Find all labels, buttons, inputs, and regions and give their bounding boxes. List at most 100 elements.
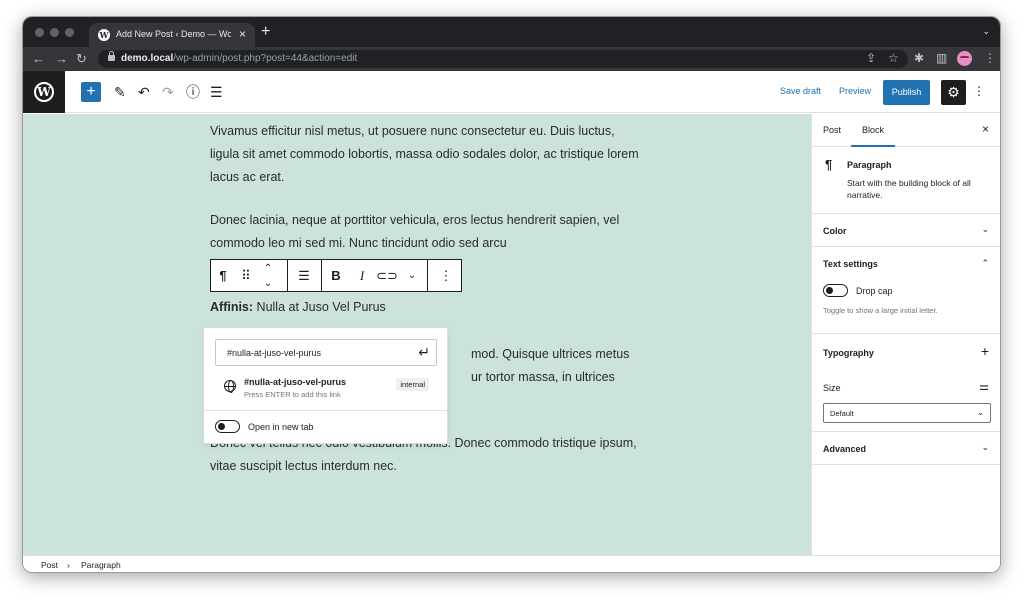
back-icon[interactable]: ← xyxy=(32,51,45,66)
bookmark-star-icon[interactable]: ☆ xyxy=(888,51,899,65)
share-icon[interactable]: ⇪ xyxy=(866,51,876,65)
size-label: Size xyxy=(823,383,841,393)
paragraph-fragment[interactable]: mod. Quisque ultrices metus xyxy=(471,343,671,366)
browser-tab[interactable]: W Add New Post ‹ Demo — WordPress × xyxy=(89,23,255,47)
tab-search-chevron-icon[interactable]: ⌄ xyxy=(982,26,990,37)
settings-gear-icon[interactable]: ⚙ xyxy=(941,80,966,105)
browser-menu-icon[interactable]: ⋮ xyxy=(984,51,996,65)
drop-cap-help: Toggle to show a large initial letter. xyxy=(823,306,938,315)
size-select[interactable]: Default ⌄ xyxy=(823,403,991,423)
typography-title[interactable]: Typography xyxy=(823,348,874,358)
url-path: /wp-admin/post.php?post=44&action=edit xyxy=(173,53,358,64)
reload-icon[interactable]: ↻ xyxy=(76,51,87,67)
wordpress-logo-icon: W xyxy=(34,82,54,102)
details-info-icon[interactable]: ⓘ xyxy=(186,82,200,102)
drop-cap-toggle[interactable] xyxy=(823,284,848,297)
url-host: demo.local xyxy=(121,53,174,64)
paragraph-block[interactable]: Donec lacinia, neque at porttitor vehicu… xyxy=(210,209,640,255)
link-url-value: #nulla-at-juso-vel-purus xyxy=(227,348,322,358)
close-sidebar-icon[interactable]: × xyxy=(982,122,989,136)
list-view-icon[interactable]: ☰ xyxy=(210,82,223,102)
undo-icon[interactable]: ↶ xyxy=(138,82,150,102)
block-card: ¶ Paragraph Start with the building bloc… xyxy=(812,147,1000,214)
block-name: Paragraph xyxy=(847,160,892,170)
add-block-button[interactable]: + xyxy=(81,82,101,102)
affinis-text: Nulla at Juso Vel Purus xyxy=(253,300,386,314)
globe-icon xyxy=(224,380,236,393)
block-toolbar: ¶ ⠿ ⌃ ⌄ ☰ B I ⊂⊃ ⌄ ⋮ xyxy=(210,259,462,292)
advanced-panel[interactable]: Advanced ⌄ xyxy=(812,432,1000,465)
toolbar-divider xyxy=(287,260,288,291)
drop-cap-label: Drop cap xyxy=(856,286,893,296)
submit-enter-icon[interactable]: ↵ xyxy=(418,344,430,361)
suggestion-title: #nulla-at-juso-vel-purus xyxy=(244,377,347,387)
text-settings-title[interactable]: Text settings xyxy=(823,259,878,269)
more-formatting-chevron-icon[interactable]: ⌄ xyxy=(401,260,423,291)
color-panel[interactable]: Color ⌄ xyxy=(812,214,1000,247)
typography-panel: Typography + Size ⚌ Default ⌄ xyxy=(812,334,1000,432)
advanced-title: Advanced xyxy=(823,444,867,454)
browser-window: W Add New Post ‹ Demo — WordPress × + ⌄ … xyxy=(22,16,1001,573)
redo-icon[interactable]: ↷ xyxy=(162,82,174,102)
editor-header: W + ✎ ↶ ↷ ⓘ ☰ Save draft Preview Publish… xyxy=(23,71,1000,113)
edit-pencil-icon[interactable]: ✎ xyxy=(114,82,126,102)
close-tab-icon[interactable]: × xyxy=(239,27,246,41)
paragraph-fragment[interactable]: ur tortor massa, in ultrices xyxy=(471,366,671,389)
plus-icon[interactable]: + xyxy=(981,343,989,359)
settings-sidebar: Post Block × ¶ Paragraph Start with the … xyxy=(811,114,1000,555)
browser-toolbar: ← → ↻ demo.local/wp-admin/post.php?post=… xyxy=(23,47,1000,71)
paragraph-icon: ¶ xyxy=(825,157,833,172)
block-options-icon[interactable]: ⋮ xyxy=(431,260,461,291)
breadcrumb-separator-icon: › xyxy=(67,560,70,570)
paragraph-transform-icon[interactable]: ¶ xyxy=(211,260,235,291)
sliders-icon[interactable]: ⚌ xyxy=(979,380,989,393)
side-panel-icon[interactable]: ▥ xyxy=(936,51,947,65)
link-popover: #nulla-at-juso-vel-purus ↵ #nulla-at-jus… xyxy=(203,327,448,444)
align-left-icon[interactable]: ☰ xyxy=(291,260,317,291)
publish-button[interactable]: Publish xyxy=(883,80,930,105)
preview-button[interactable]: Preview xyxy=(839,86,871,96)
chevron-down-icon: ⌄ xyxy=(977,408,984,417)
close-window-dot[interactable] xyxy=(35,28,44,37)
chevron-down-icon: ⌄ xyxy=(981,442,989,452)
toolbar-divider xyxy=(321,260,322,291)
maximize-window-dot[interactable] xyxy=(65,28,74,37)
block-breadcrumb: Post › Paragraph xyxy=(23,555,1000,572)
toolbar-divider xyxy=(427,260,428,291)
open-new-tab-label: Open in new tab xyxy=(248,422,314,432)
chevron-down-icon: ⌄ xyxy=(981,224,989,234)
sidebar-tabs: Post Block × xyxy=(812,114,1000,147)
forward-icon[interactable]: → xyxy=(55,51,68,66)
color-panel-title: Color xyxy=(823,226,847,236)
link-suggestion[interactable]: #nulla-at-juso-vel-purus Press ENTER to … xyxy=(215,373,437,403)
suggestion-description: Press ENTER to add this link xyxy=(244,390,341,399)
link-url-input[interactable]: #nulla-at-juso-vel-purus ↵ xyxy=(215,339,437,366)
wordpress-logo-button[interactable]: W xyxy=(23,71,65,113)
wordpress-favicon-icon: W xyxy=(98,29,110,41)
open-new-tab-toggle[interactable] xyxy=(215,420,240,433)
italic-icon[interactable]: I xyxy=(351,260,373,291)
move-up-down-icon[interactable]: ⌃ ⌄ xyxy=(258,261,278,292)
tab-post[interactable]: Post xyxy=(823,125,841,135)
chevron-up-icon[interactable]: ⌃ xyxy=(981,258,989,269)
breadcrumb-paragraph[interactable]: Paragraph xyxy=(81,560,121,570)
paragraph-block[interactable]: Affinis: Nulla at Juso Vel Purus xyxy=(210,300,386,314)
more-options-icon[interactable]: ⋮ xyxy=(973,84,985,98)
profile-avatar[interactable] xyxy=(957,51,972,66)
editor-canvas: Vivamus efficitur nisl metus, ut posuere… xyxy=(23,114,811,555)
link-icon[interactable]: ⊂⊃ xyxy=(375,260,399,291)
paragraph-block[interactable]: Vivamus efficitur nisl metus, ut posuere… xyxy=(210,120,640,189)
affinis-bold-text: Affinis: xyxy=(210,300,254,314)
new-tab-icon[interactable]: + xyxy=(261,23,270,41)
minimize-window-dot[interactable] xyxy=(50,28,59,37)
breadcrumb-post[interactable]: Post xyxy=(41,560,58,570)
url-text: demo.local/wp-admin/post.php?post=44&act… xyxy=(121,53,357,64)
address-bar[interactable]: demo.local/wp-admin/post.php?post=44&act… xyxy=(98,50,908,68)
save-draft-button[interactable]: Save draft xyxy=(780,86,821,96)
browser-tabbar: W Add New Post ‹ Demo — WordPress × + ⌄ xyxy=(23,17,1000,47)
bold-icon[interactable]: B xyxy=(325,260,347,291)
extensions-puzzle-icon[interactable]: ✱ xyxy=(914,51,924,65)
popover-divider xyxy=(204,410,447,411)
tab-block[interactable]: Block xyxy=(850,125,896,147)
drag-handle-icon[interactable]: ⠿ xyxy=(237,260,255,291)
